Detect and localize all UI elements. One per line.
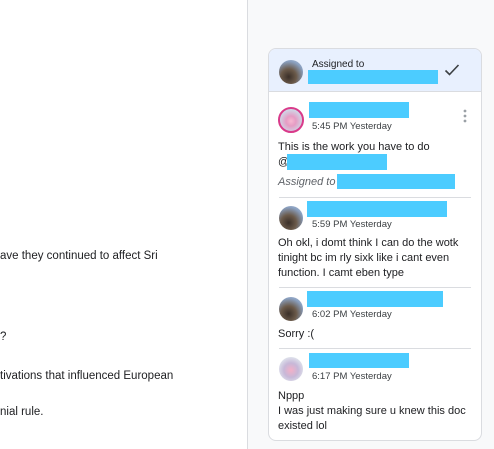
dark-avatar <box>279 206 303 230</box>
comment-text-line: function. I camt eben type <box>278 267 404 279</box>
pink-avatar <box>278 107 304 133</box>
comment-item: 5:45 PM Yesterday This is the work you h… <box>269 93 481 197</box>
redacted-author-name <box>307 201 447 217</box>
assignment-header: Assigned to <box>269 49 481 92</box>
comment-thread-card[interactable]: Assigned to 5:45 PM Yesterday This is th… <box>268 48 482 441</box>
more-vert-icon[interactable] <box>463 109 467 123</box>
comment-text-line: I was just making sure u knew this doc <box>278 405 466 417</box>
comment-item: 6:02 PM Yesterday Sorry :( <box>269 288 481 348</box>
redacted-assignee-note <box>337 174 455 189</box>
document-page[interactable]: ave they continued to affect Sri ? tivat… <box>0 0 248 449</box>
comment-time: 5:45 PM Yesterday <box>312 121 392 132</box>
comment-item: 6:17 PM Yesterday Nppp I was just making… <box>269 349 481 440</box>
doc-text-line: tivations that influenced European <box>0 370 174 382</box>
dark-avatar <box>279 297 303 321</box>
comment-item: 5:59 PM Yesterday Oh okl, i domt think I… <box>269 198 481 287</box>
soft-avatar <box>279 357 303 381</box>
doc-text-line: ? <box>0 331 7 343</box>
comment-text-line: existed lol <box>278 420 327 432</box>
comment-text-line: This is the work you have to do <box>278 141 430 153</box>
comment-text-line: tinight bc im rly sixk like i cant even <box>278 252 450 264</box>
assignee-avatar <box>279 60 303 84</box>
comment-text-line: Sorry :( <box>278 328 315 340</box>
comment-time: 6:17 PM Yesterday <box>312 371 392 382</box>
check-icon[interactable] <box>444 63 460 77</box>
assigned-to-label: Assigned to <box>312 59 365 70</box>
comment-time: 6:02 PM Yesterday <box>312 309 392 320</box>
redacted-author-name <box>307 291 443 307</box>
comment-time: 5:59 PM Yesterday <box>312 219 392 230</box>
assigned-to-note: Assigned to <box>278 176 336 188</box>
doc-text-line: ave they continued to affect Sri <box>0 250 158 262</box>
redacted-assignee-name <box>308 70 438 84</box>
doc-text-line: nial rule. <box>0 406 44 418</box>
comment-text-line: Oh okl, i domt think I can do the wotk <box>278 237 459 249</box>
redacted-mention <box>287 154 387 170</box>
comment-text-line: Nppp <box>278 390 305 402</box>
redacted-author-name <box>309 102 409 118</box>
redacted-author-name <box>309 353 409 368</box>
